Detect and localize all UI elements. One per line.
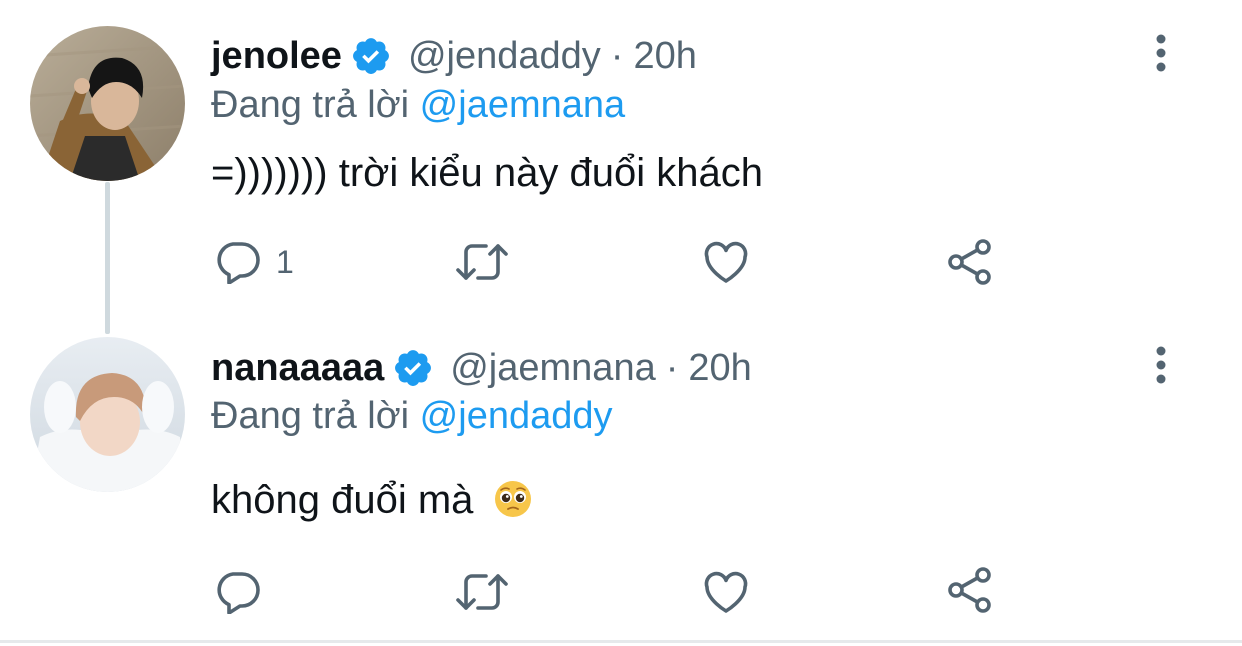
thread-connector-line — [105, 182, 110, 334]
more-icon — [1156, 34, 1166, 72]
more-button[interactable] — [1146, 28, 1176, 78]
retweet-icon — [456, 244, 508, 280]
like-button[interactable] — [702, 570, 750, 614]
like-button[interactable] — [702, 240, 750, 284]
pleading-face-emoji — [493, 479, 533, 529]
share-button[interactable] — [946, 566, 994, 614]
retweet-icon — [456, 574, 508, 610]
display-name[interactable]: jenolee — [211, 35, 342, 78]
display-name[interactable]: nanaaaaa — [211, 347, 384, 390]
reply-button[interactable]: 1 — [214, 240, 294, 284]
tweet-text: =))))))) trời kiểu này đuổi khách — [211, 151, 763, 195]
replying-to-label: Đang trả lời — [211, 395, 410, 437]
share-icon — [948, 567, 991, 613]
replying-to: Đang trả lời @jendaddy — [211, 395, 613, 438]
replying-to-label: Đang trả lời — [211, 84, 410, 126]
tweet-text: không đuổi mà — [211, 478, 533, 529]
reply-mention-link[interactable]: @jaemnana — [420, 84, 625, 126]
reply-icon — [217, 242, 260, 284]
avatar[interactable] — [30, 26, 185, 181]
separator-dot: · — [665, 346, 679, 389]
more-icon — [1156, 346, 1166, 384]
reply-icon — [217, 572, 260, 614]
more-button[interactable] — [1146, 340, 1176, 390]
tweet-text-content: không đuổi mà — [211, 478, 474, 522]
retweet-button[interactable] — [454, 570, 510, 614]
handle[interactable]: @jaemnana — [450, 347, 655, 390]
verified-badge-icon — [350, 35, 392, 77]
share-button[interactable] — [946, 238, 994, 286]
avatar[interactable] — [30, 337, 185, 492]
replying-to: Đang trả lời @jaemnana — [211, 84, 625, 127]
avatar-photo — [30, 26, 185, 181]
retweet-button[interactable] — [454, 240, 510, 284]
handle[interactable]: @jendaddy — [408, 35, 601, 78]
tweet-header: nanaaaaa @jaemnana · 20h — [211, 338, 752, 398]
avatar-photo — [30, 337, 185, 492]
timestamp[interactable]: 20h — [633, 35, 696, 78]
tweet-header: jenolee @jendaddy · 20h — [211, 26, 697, 86]
reply-mention-link[interactable]: @jendaddy — [420, 395, 613, 437]
timestamp[interactable]: 20h — [688, 347, 751, 390]
like-icon — [704, 241, 748, 283]
like-icon — [704, 571, 748, 613]
share-icon — [948, 239, 991, 285]
reply-button[interactable] — [214, 570, 276, 614]
reply-count: 1 — [276, 243, 294, 280]
separator-dot: · — [610, 34, 624, 77]
tweet-divider — [0, 640, 1242, 643]
verified-badge-icon — [392, 347, 434, 389]
